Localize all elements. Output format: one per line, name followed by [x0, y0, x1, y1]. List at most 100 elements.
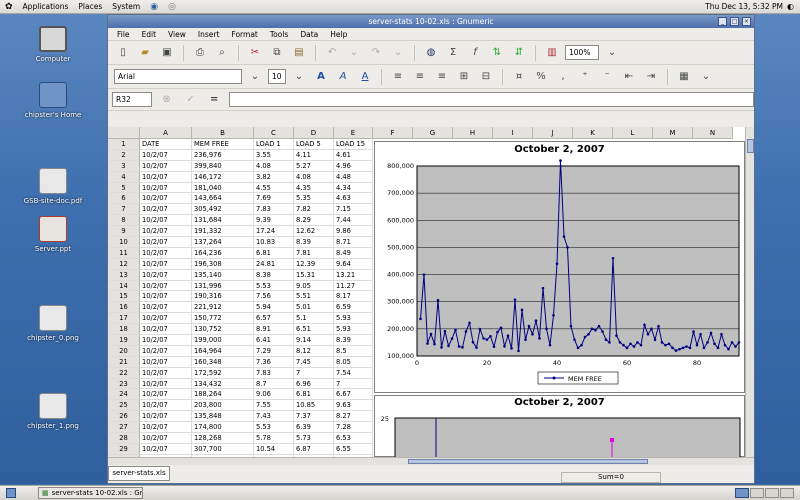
table-cell[interactable]: 10/2/07	[140, 411, 192, 423]
hyperlink-icon[interactable]: ◍	[422, 44, 440, 62]
print-preview-icon[interactable]: ⌕	[213, 44, 231, 62]
table-cell[interactable]: 7	[334, 378, 373, 390]
table-cell[interactable]: 134,432	[192, 378, 254, 390]
table-cell[interactable]: 3.55	[254, 149, 294, 161]
thousands-separator-icon[interactable]: ‚	[554, 68, 572, 86]
cancel-edit-icon[interactable]: ⊗	[158, 91, 176, 109]
table-cell[interactable]: 10/2/07	[140, 269, 192, 281]
table-cell[interactable]: 10/2/07	[140, 302, 192, 314]
table-cell[interactable]: 12.62	[294, 226, 334, 238]
decrease-decimals-icon[interactable]: ⁻	[598, 68, 616, 86]
table-cell[interactable]: 4.55	[254, 182, 294, 194]
table-cell[interactable]: 7.54	[334, 367, 373, 379]
table-cell[interactable]: 7.55	[254, 400, 294, 412]
table-cell[interactable]: 191,332	[192, 226, 254, 238]
cut-icon[interactable]: ✂	[246, 44, 264, 62]
row-header[interactable]: 29	[108, 443, 140, 455]
column-header-e[interactable]: E	[334, 127, 373, 139]
browser-launcher-icon[interactable]: ◉	[145, 2, 163, 12]
table-cell[interactable]: 6.41	[254, 335, 294, 346]
table-cell[interactable]: 4.35	[294, 182, 334, 194]
table-cell[interactable]: 5.35	[294, 193, 334, 205]
zoom-combo[interactable]: 100%	[565, 45, 599, 60]
row-header[interactable]: 2	[108, 149, 140, 161]
maximize-icon[interactable]: □	[730, 17, 739, 26]
merge-cells-icon[interactable]: ⊞	[455, 68, 473, 86]
row-header[interactable]: 26	[108, 411, 140, 423]
table-cell[interactable]: 7.44	[334, 215, 373, 227]
table-cell[interactable]: 6.96	[294, 378, 334, 390]
table-cell[interactable]: 10/2/07	[140, 433, 192, 444]
mem-free-chart[interactable]: October 2, 2007 100,000 200,000 300,000 400…	[374, 141, 745, 393]
table-cell[interactable]: 128,268	[192, 433, 254, 444]
table-cell[interactable]: 8.71	[334, 237, 373, 248]
increase-decimals-icon[interactable]: ⁺	[576, 68, 594, 86]
table-cell[interactable]: 203,800	[192, 400, 254, 412]
clock[interactable]: Thu Dec 13, 5:32 PM	[705, 2, 783, 11]
row-header[interactable]: 3	[108, 160, 140, 172]
paste-icon[interactable]: ▤	[290, 44, 308, 62]
redo-icon[interactable]: ↷	[367, 44, 385, 62]
table-cell[interactable]: 10.83	[254, 237, 294, 248]
table-cell[interactable]: 7.15	[334, 204, 373, 216]
row-header[interactable]: 28	[108, 433, 140, 444]
column-header-f[interactable]: F	[373, 127, 413, 139]
table-cell[interactable]: 307,700	[192, 443, 254, 455]
table-cell[interactable]: 10/2/07	[140, 356, 192, 368]
table-cell[interactable]: 4.96	[334, 160, 373, 172]
table-cell[interactable]: 6.39	[294, 422, 334, 434]
menu-view[interactable]: View	[162, 30, 192, 39]
column-header-a[interactable]: A	[140, 127, 192, 139]
table-cell[interactable]: 7.81	[294, 247, 334, 259]
row-header[interactable]: 12	[108, 258, 140, 270]
minimize-icon[interactable]: _	[718, 17, 727, 26]
table-cell[interactable]: 150,772	[192, 313, 254, 325]
column-header-c[interactable]: C	[254, 127, 294, 139]
table-cell[interactable]: 5.51	[294, 291, 334, 303]
table-cell[interactable]: 10/2/07	[140, 389, 192, 401]
table-cell[interactable]: 10/2/07	[140, 378, 192, 390]
table-cell[interactable]: 6.55	[334, 443, 373, 455]
table-cell[interactable]: 135,140	[192, 269, 254, 281]
table-cell[interactable]: 8.49	[334, 247, 373, 259]
table-cell[interactable]: 10/2/07	[140, 422, 192, 434]
table-cell[interactable]: 5.1	[294, 313, 334, 325]
table-cell[interactable]: 6.67	[334, 389, 373, 401]
table-cell[interactable]: 12.39	[294, 258, 334, 270]
workspace-switcher[interactable]	[735, 488, 794, 498]
table-cell[interactable]: 10/2/07	[140, 171, 192, 183]
redo-dropdown-icon[interactable]: ⌄	[389, 44, 407, 62]
table-cell[interactable]: 10/2/07	[140, 149, 192, 161]
table-cell[interactable]: 4.63	[334, 193, 373, 205]
row-header[interactable]: 10	[108, 237, 140, 248]
table-cell[interactable]: LOAD 5	[294, 139, 334, 150]
table-cell[interactable]: 6.81	[294, 389, 334, 401]
row-header[interactable]: 5	[108, 182, 140, 194]
row-header[interactable]: 6	[108, 193, 140, 205]
table-cell[interactable]: 10/2/07	[140, 280, 192, 292]
row-header[interactable]: 13	[108, 269, 140, 281]
select-all-corner[interactable]	[108, 127, 140, 139]
table-cell[interactable]: LOAD 1	[254, 139, 294, 150]
table-cell[interactable]: 9.39	[254, 215, 294, 227]
table-cell[interactable]: 8.17	[334, 291, 373, 303]
table-cell[interactable]: LOAD 15	[334, 139, 373, 150]
function-icon[interactable]: f	[466, 44, 484, 62]
table-cell[interactable]: 7.36	[254, 356, 294, 368]
table-cell[interactable]: 5.73	[294, 433, 334, 444]
menu-insert[interactable]: Insert	[192, 30, 226, 39]
increase-indent-icon[interactable]: ⇥	[642, 68, 660, 86]
row-header[interactable]: 21	[108, 356, 140, 368]
table-cell[interactable]: 10/2/07	[140, 247, 192, 259]
chart-icon[interactable]: ▥	[543, 44, 561, 62]
scrollbar-thumb[interactable]	[408, 459, 648, 464]
load-chart[interactable]: October 2, 2007 25	[374, 395, 745, 457]
table-cell[interactable]: 8.38	[254, 269, 294, 281]
row-header[interactable]: 14	[108, 280, 140, 292]
table-cell[interactable]: 174,800	[192, 422, 254, 434]
cell-reference-box[interactable]: R32	[112, 92, 152, 107]
table-cell[interactable]: 10/2/07	[140, 258, 192, 270]
table-cell[interactable]: 10/2/07	[140, 226, 192, 238]
table-cell[interactable]: 8.7	[254, 378, 294, 390]
table-cell[interactable]: 181,040	[192, 182, 254, 194]
